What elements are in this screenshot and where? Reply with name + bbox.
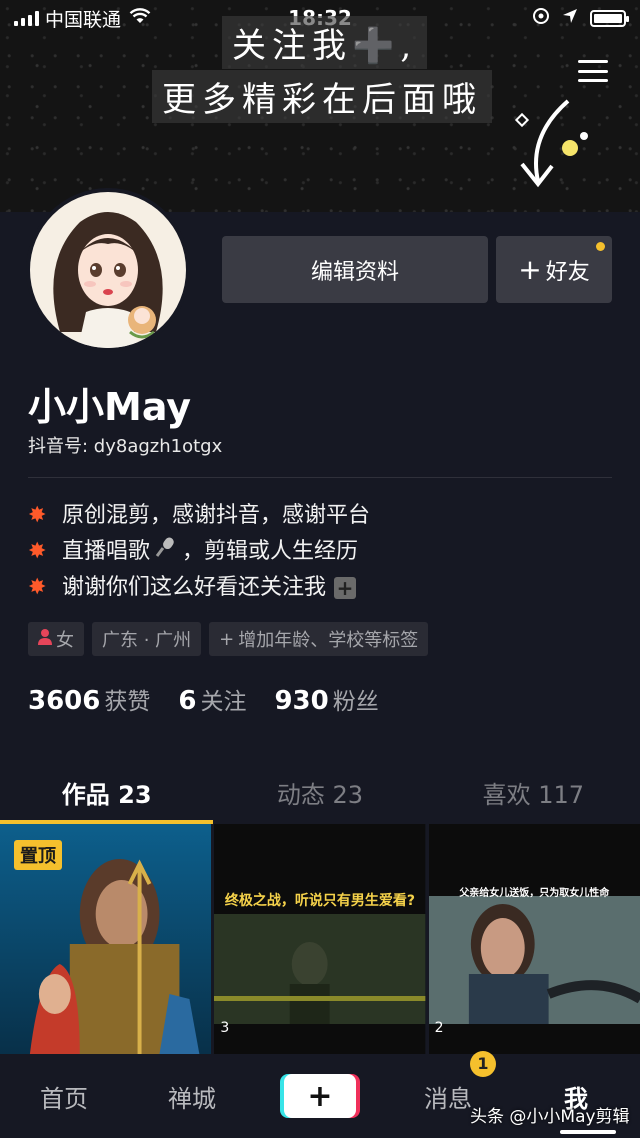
nav-me[interactable]: 我 — [512, 1079, 640, 1114]
burst-icon: ✸ — [28, 503, 47, 528]
profile-bio: ✸ 原创混剪，感谢抖音，感谢平台 ✸ 直播唱歌 ，剪辑或人生经历 ✸ 谢谢你们这… — [28, 498, 370, 606]
add-tags-button[interactable]: + 增加年龄、学校等标签 — [209, 622, 429, 656]
location-tag: 广东 · 广州 — [92, 622, 202, 656]
video-thumbnail[interactable]: 置顶 — [0, 824, 212, 1054]
divider — [28, 477, 612, 478]
create-video-button[interactable]: + — [284, 1074, 356, 1118]
home-indicator — [560, 1130, 616, 1134]
banner-text-line2: 更多精彩在后面哦 — [152, 70, 492, 123]
nav-home[interactable]: 首页 — [0, 1079, 128, 1114]
gender-tag: 女 — [28, 622, 84, 656]
bio-line: ✸ 原创混剪，感谢抖音，感谢平台 — [28, 498, 370, 534]
edit-profile-button[interactable]: 编辑资料 — [222, 236, 488, 303]
signal-icon — [14, 10, 39, 26]
profile-banner: 中国联通 18:32 关注我➕, 更多精彩在后面哦 — [0, 0, 640, 212]
bio-text: 谢谢你们这么好看还关注我 — [62, 575, 327, 600]
nav-messages-label: 消息 — [424, 1084, 472, 1113]
carrier-name: 中国联通 — [45, 8, 122, 31]
stat-label: 关注 — [200, 689, 247, 715]
profile-name: 小小May — [28, 385, 192, 429]
video-count: 3 — [220, 1020, 230, 1036]
stat-likes[interactable]: 3606 获赞 — [28, 682, 150, 716]
video-count: 2 — [434, 1020, 444, 1036]
messages-badge: 1 — [470, 1050, 496, 1077]
wifi-icon — [129, 7, 151, 29]
tab-activity[interactable]: 动态 23 — [213, 760, 426, 824]
profile-stats: 3606 获赞 6 关注 930 粉丝 — [28, 682, 379, 716]
tab-likes[interactable]: 喜欢 117 — [427, 760, 640, 824]
battery-icon — [590, 9, 629, 27]
video-thumbnail[interactable]: 终极之战，听说只有男生爱看? 3 — [214, 824, 426, 1054]
profile-tags: 女 广东 · 广州 + 增加年龄、学校等标签 — [28, 622, 429, 656]
stat-number: 3606 — [28, 686, 101, 716]
stat-following[interactable]: 6 关注 — [178, 682, 246, 716]
location-icon — [562, 8, 578, 29]
stat-followers[interactable]: 930 粉丝 — [274, 682, 378, 716]
gender-label: 女 — [56, 630, 74, 651]
content-tabs: 作品 23 动态 23 喜欢 117 — [0, 760, 640, 824]
plus-box-icon: + — [334, 577, 357, 599]
bio-text: 原创混剪，感谢抖音，感谢平台 — [62, 503, 371, 528]
burst-icon: ✸ — [28, 539, 47, 564]
pinned-badge: 置顶 — [14, 840, 62, 870]
douyin-id: 抖音号: dy8agzh1otgx — [28, 436, 223, 457]
video-caption: 父亲给女儿送饭，只为取女儿性命 — [459, 888, 610, 899]
video-thumbnail[interactable]: 父亲给女儿送饭，只为取女儿性命 2 — [428, 824, 640, 1054]
bio-text: 直播唱歌 — [62, 539, 151, 564]
stat-label: 粉丝 — [332, 689, 379, 715]
plus-icon: + — [518, 252, 542, 286]
banner-text-line1: 关注我➕, — [222, 16, 428, 69]
microphone-icon — [154, 534, 178, 570]
avatar[interactable] — [26, 188, 190, 352]
nav-zen[interactable]: 禅城 — [128, 1079, 256, 1114]
bio-line: ✸ 直播唱歌 ，剪辑或人生经历 — [28, 534, 370, 570]
stat-number: 6 — [178, 686, 197, 716]
plus-icon: + — [219, 628, 235, 650]
add-tags-label: 增加年龄、学校等标签 — [238, 630, 419, 651]
add-friend-label: 好友 — [545, 259, 590, 285]
menu-button[interactable] — [576, 56, 610, 86]
add-friend-button[interactable]: + 好友 — [496, 236, 612, 303]
arrow-doodle-icon — [514, 99, 588, 188]
person-icon — [38, 629, 52, 649]
burst-icon: ✸ — [28, 575, 47, 600]
avatar-illustration — [30, 192, 186, 348]
video-caption: 终极之战，听说只有男生爱看? — [224, 893, 416, 909]
stat-number: 930 — [274, 686, 329, 716]
orientation-lock-icon — [532, 7, 550, 30]
nav-messages[interactable]: 消息 1 — [384, 1050, 512, 1114]
bio-line: ✸ 谢谢你们这么好看还关注我 + — [28, 570, 370, 606]
stat-label: 获赞 — [104, 689, 151, 715]
bio-text: ，剪辑或人生经历 — [182, 539, 359, 564]
notification-dot — [596, 242, 605, 251]
thumbnail-image — [214, 824, 426, 1054]
bottom-navigation: 首页 禅城 + 消息 1 我 — [0, 1050, 640, 1138]
thumbnail-image — [428, 824, 640, 1054]
video-grid: 置顶 终极之战，听说只有男生爱看? 3 父亲给女儿送饭，只为取女儿性命 2 — [0, 824, 640, 1054]
tab-works[interactable]: 作品 23 — [0, 760, 214, 824]
